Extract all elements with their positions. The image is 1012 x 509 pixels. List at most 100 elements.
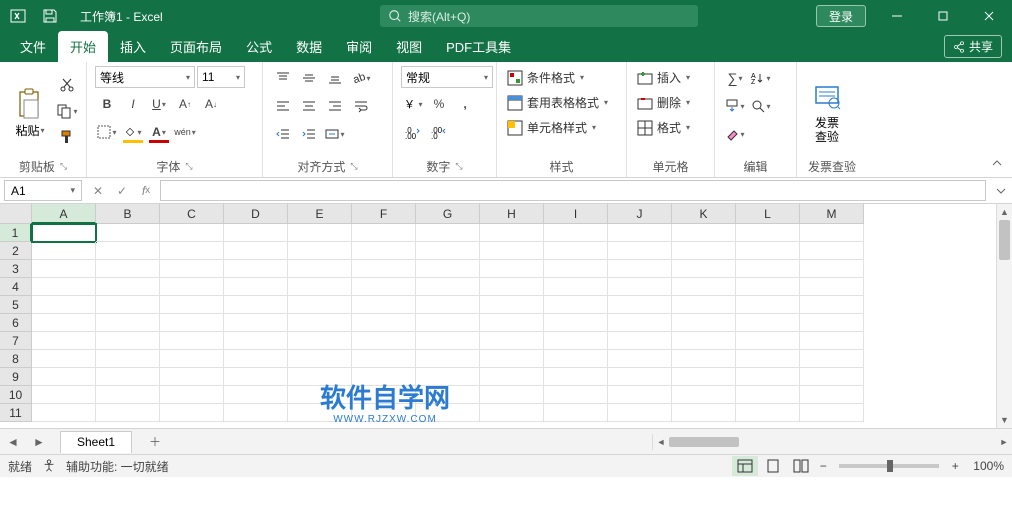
cell[interactable] [672,404,736,422]
comma-button[interactable]: , [453,92,477,116]
name-box[interactable]: A1▾ [4,180,82,201]
cell[interactable] [608,368,672,386]
cell[interactable] [736,278,800,296]
cell[interactable] [352,278,416,296]
cell[interactable] [608,260,672,278]
column-header[interactable]: L [736,204,800,224]
cell[interactable] [224,224,288,242]
cell[interactable] [672,224,736,242]
sheet-tab-1[interactable]: Sheet1 [60,431,132,453]
view-page-layout-button[interactable] [760,456,786,476]
border-button[interactable]: ▾ [95,120,119,144]
cell[interactable] [32,350,96,368]
cell[interactable] [352,242,416,260]
cell[interactable] [544,260,608,278]
cell[interactable] [160,296,224,314]
cell[interactable] [736,242,800,260]
cell[interactable] [288,278,352,296]
cell[interactable] [416,296,480,314]
cell[interactable] [32,260,96,278]
conditional-format-button[interactable]: 条件格式▾ [505,66,618,89]
cell[interactable] [608,314,672,332]
cell[interactable] [224,368,288,386]
cell[interactable] [224,314,288,332]
column-headers[interactable]: ABCDEFGHIJKLM [32,204,996,224]
row-header[interactable]: 11 [0,404,32,422]
cell[interactable] [736,332,800,350]
cell[interactable] [352,224,416,242]
cell[interactable] [480,314,544,332]
cell[interactable] [608,296,672,314]
decrease-indent-button[interactable] [271,122,295,146]
column-header[interactable]: G [416,204,480,224]
zoom-in-button[interactable]: + [947,459,963,473]
align-right-button[interactable] [323,94,347,118]
increase-indent-button[interactable] [297,122,321,146]
format-cells-button[interactable]: 格式▾ [635,116,706,139]
cell[interactable] [96,296,160,314]
cell[interactable] [736,260,800,278]
cell[interactable] [32,224,96,242]
row-header[interactable]: 4 [0,278,32,296]
cell[interactable] [96,242,160,260]
cell[interactable] [480,242,544,260]
cell[interactable] [224,278,288,296]
row-header[interactable]: 8 [0,350,32,368]
tab-data[interactable]: 数据 [284,31,334,62]
autosum-button[interactable]: ∑▾ [723,66,747,90]
sort-filter-button[interactable]: AZ▾ [749,66,773,90]
cell[interactable] [96,350,160,368]
column-header[interactable]: F [352,204,416,224]
cell[interactable] [352,350,416,368]
cell[interactable] [736,224,800,242]
cell[interactable] [352,332,416,350]
align-center-button[interactable] [297,94,321,118]
cell[interactable] [480,332,544,350]
cell[interactable] [160,314,224,332]
number-launcher[interactable]: ⤡ [455,161,462,172]
cell-style-button[interactable]: 单元格样式▾ [505,116,618,139]
cell[interactable] [96,368,160,386]
cell[interactable] [544,296,608,314]
align-left-button[interactable] [271,94,295,118]
cell[interactable] [608,242,672,260]
cell[interactable] [96,404,160,422]
cell[interactable] [544,404,608,422]
ribbon-collapse-button[interactable] [988,155,1006,173]
cell[interactable] [800,332,864,350]
cell[interactable] [224,386,288,404]
cell[interactable] [160,224,224,242]
tab-review[interactable]: 审阅 [334,31,384,62]
scroll-down-button[interactable]: ▼ [997,412,1012,428]
cell[interactable] [544,350,608,368]
cell[interactable] [352,314,416,332]
cell[interactable] [672,242,736,260]
cell[interactable] [32,296,96,314]
view-page-break-button[interactable] [788,456,814,476]
column-header[interactable]: I [544,204,608,224]
cell[interactable] [96,386,160,404]
cell[interactable] [480,350,544,368]
column-header[interactable]: J [608,204,672,224]
cell[interactable] [544,386,608,404]
align-middle-button[interactable] [297,66,321,90]
select-all-corner[interactable] [0,204,32,224]
tab-layout[interactable]: 页面布局 [158,31,234,62]
cell[interactable] [224,242,288,260]
cut-button[interactable] [56,74,78,96]
cell[interactable] [416,224,480,242]
insert-cells-button[interactable]: 插入▾ [635,66,706,89]
vscroll-thumb[interactable] [999,220,1010,260]
cell[interactable] [672,332,736,350]
cell[interactable] [160,350,224,368]
increase-font-button[interactable]: A↑ [173,92,197,116]
cell[interactable] [288,224,352,242]
view-normal-button[interactable] [732,456,758,476]
cell[interactable] [416,350,480,368]
formula-input[interactable] [160,180,986,201]
cell[interactable] [96,260,160,278]
row-header[interactable]: 9 [0,368,32,386]
tab-insert[interactable]: 插入 [108,31,158,62]
cell[interactable] [416,332,480,350]
find-button[interactable]: ▾ [749,94,773,118]
